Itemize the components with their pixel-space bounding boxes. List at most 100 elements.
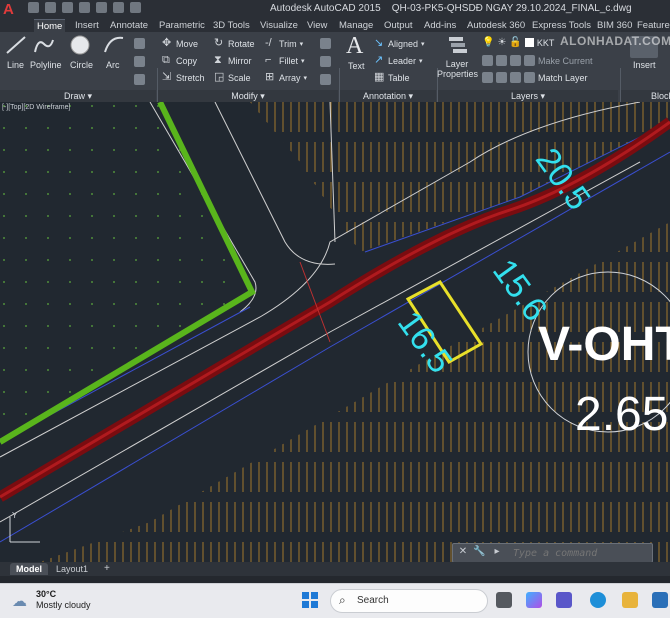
- line-icon[interactable]: [4, 34, 28, 56]
- trim-label: Trim: [279, 38, 297, 49]
- layer-color-swatch: [524, 38, 534, 47]
- layer-unlock-icon[interactable]: [524, 72, 535, 83]
- gradient-icon[interactable]: [134, 74, 145, 85]
- tab-manage[interactable]: Manage: [336, 19, 376, 32]
- match-layer-button[interactable]: Match Layer: [538, 73, 588, 83]
- layer-dropdown[interactable]: 💡 ☀ 🔓 KKT: [482, 37, 554, 48]
- save-icon[interactable]: [62, 2, 73, 13]
- mirror-button[interactable]: ⧗ Mirror: [214, 55, 252, 66]
- rectangle-icon[interactable]: [134, 38, 145, 49]
- tab-annotate[interactable]: Annotate: [107, 19, 151, 32]
- autocad-logo-icon[interactable]: A: [3, 2, 19, 18]
- tab-output[interactable]: Output: [381, 19, 416, 32]
- taskbar: ☁ 30°C Mostly cloudy ⌕ Search: [0, 583, 670, 618]
- hatch-icon[interactable]: [134, 56, 145, 67]
- make-current-button[interactable]: Make Current: [538, 56, 593, 66]
- circle-button-label[interactable]: Circle: [70, 60, 93, 70]
- circle-icon[interactable]: [68, 34, 92, 56]
- add-layout-icon[interactable]: +: [98, 563, 116, 575]
- windows-start-icon[interactable]: [302, 592, 318, 608]
- store-icon[interactable]: [652, 592, 668, 608]
- layer-properties-label[interactable]: Layer Properties: [437, 59, 478, 79]
- table-button[interactable]: ▦ Table: [374, 72, 410, 83]
- scale-label: Scale: [228, 72, 251, 83]
- explode-icon[interactable]: [320, 56, 331, 67]
- layer-freeze-icon[interactable]: [510, 55, 521, 66]
- command-input[interactable]: [511, 545, 645, 562]
- mirror-label: Mirror: [228, 55, 252, 66]
- polyline-button-label[interactable]: Polyline: [30, 60, 62, 70]
- tab-model[interactable]: Model: [10, 563, 48, 575]
- undo-icon[interactable]: [113, 2, 124, 13]
- new-file-icon[interactable]: [28, 2, 39, 13]
- tab-featured[interactable]: Featured: [634, 19, 670, 32]
- print-icon[interactable]: [96, 2, 107, 13]
- arc-icon[interactable]: [102, 34, 126, 56]
- copilot-icon[interactable]: [526, 592, 542, 608]
- tag-value[interactable]: 2.65: [575, 388, 668, 441]
- tab-insert[interactable]: Insert: [72, 19, 102, 32]
- viewport-controls[interactable]: [-][Top][2D Wireframe]: [2, 104, 70, 111]
- text-button-label[interactable]: Text: [348, 61, 365, 71]
- layer-off-icon[interactable]: [482, 55, 493, 66]
- modify-panel-label[interactable]: Modify ▾: [158, 90, 338, 102]
- save-as-icon[interactable]: [79, 2, 90, 13]
- task-view-icon[interactable]: [496, 592, 512, 608]
- teams-icon[interactable]: [556, 592, 572, 608]
- watermark: ALONHADAT.COM.VN: [560, 34, 670, 48]
- text-icon[interactable]: A: [346, 33, 363, 60]
- rotate-button[interactable]: ↻ Rotate: [214, 38, 255, 49]
- layer-thaw-icon[interactable]: [510, 72, 521, 83]
- copy-button[interactable]: ⧉ Copy: [162, 55, 197, 66]
- arc-button-label[interactable]: Arc: [106, 60, 120, 70]
- edge-icon[interactable]: [590, 592, 606, 608]
- layer-isolate-icon[interactable]: [496, 55, 507, 66]
- taskbar-search[interactable]: ⌕ Search: [330, 589, 488, 613]
- tab-add-ins[interactable]: Add-ins: [421, 19, 459, 32]
- trim-button[interactable]: -/Trim ▾: [265, 38, 303, 49]
- tab-home[interactable]: Home: [34, 19, 66, 33]
- tab-layout1[interactable]: Layout1: [50, 563, 94, 575]
- annotation-panel-title: Annotation: [362, 91, 406, 101]
- customize-icon[interactable]: 🔧: [473, 546, 485, 558]
- tab-parametric[interactable]: Parametric: [156, 19, 208, 32]
- search-label: Search: [357, 595, 389, 606]
- file-explorer-icon[interactable]: [622, 592, 638, 608]
- weather-cloud-icon[interactable]: ☁: [12, 592, 27, 610]
- scale-button[interactable]: ◲ Scale: [214, 72, 251, 83]
- tab-view[interactable]: View: [304, 19, 330, 32]
- stretch-button[interactable]: ⇲ Stretch: [162, 72, 205, 83]
- offset-icon[interactable]: [320, 74, 331, 85]
- move-button[interactable]: ✥ Move: [162, 38, 198, 49]
- tab-express-tools[interactable]: Express Tools: [529, 19, 594, 32]
- leader-button[interactable]: ↗ Leader ▾: [374, 55, 423, 66]
- open-file-icon[interactable]: [45, 2, 56, 13]
- array-button[interactable]: ⊞ Array ▾: [265, 72, 307, 83]
- tab-visualize[interactable]: Visualize: [257, 19, 301, 32]
- tag-code[interactable]: V-OHT-1: [538, 318, 670, 371]
- annotation-panel-label[interactable]: Annotation ▾: [340, 90, 436, 102]
- layers-panel-label[interactable]: Layers ▾: [438, 90, 618, 102]
- drawing-canvas[interactable]: 20.5 15.6 16.5 V-OHT-1 2.65 Y: [0, 102, 670, 562]
- redo-icon[interactable]: [130, 2, 141, 13]
- aligned-button[interactable]: ↘ Aligned ▾: [374, 38, 425, 49]
- line-button-label[interactable]: Line: [7, 60, 24, 70]
- drawing-svg[interactable]: 20.5 15.6 16.5 V-OHT-1 2.65 Y: [0, 102, 670, 562]
- fillet-button[interactable]: ⌐ Fillet ▾: [265, 55, 305, 66]
- tab-autodesk-360[interactable]: Autodesk 360: [464, 19, 528, 32]
- layout-tabs: Model Layout1 +: [0, 562, 670, 576]
- weather-widget[interactable]: 30°C Mostly cloudy: [36, 589, 91, 611]
- polyline-icon[interactable]: [32, 34, 56, 56]
- tab-3d-tools[interactable]: 3D Tools: [210, 19, 253, 32]
- insert-button-label[interactable]: Insert: [633, 60, 656, 70]
- layer-lock-icon[interactable]: [524, 55, 535, 66]
- close-icon[interactable]: ✕: [457, 546, 469, 558]
- recent-commands-icon[interactable]: ▸: [491, 546, 503, 558]
- tab-bim-360[interactable]: BIM 360: [594, 19, 635, 32]
- erase-icon[interactable]: [320, 38, 331, 49]
- draw-panel-label[interactable]: Draw ▾: [0, 90, 156, 102]
- layer-unisolate-icon[interactable]: [496, 72, 507, 83]
- block-panel-label[interactable]: Block: [621, 90, 670, 102]
- layer-on-icon[interactable]: [482, 72, 493, 83]
- layer-properties-icon[interactable]: [446, 34, 470, 56]
